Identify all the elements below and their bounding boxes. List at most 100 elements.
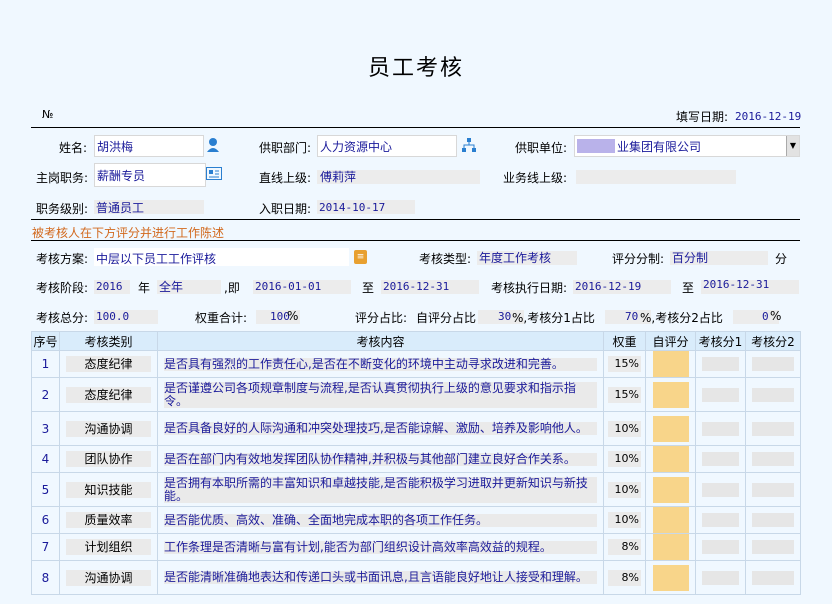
row-weight-cell: 15% <box>603 350 646 378</box>
row-content-cell: 是否谨遵公司各项规章制度与流程,是否认真贯彻执行上级的意见要求和指示指令。 <box>157 377 604 412</box>
weight-sum-label: 权重合计: <box>195 311 248 325</box>
scheme-value: 中层以下员工工作评核 <box>96 252 217 266</box>
self-ratio-value: 30 <box>498 310 512 323</box>
person-picker-icon[interactable] <box>206 137 220 153</box>
exec-from-value: 2016-12-19 <box>575 280 642 293</box>
row-category-cell: 团队协作 <box>59 445 158 473</box>
level-value: 普通员工 <box>96 201 145 215</box>
row-content: 是否拥有本职所需的丰富知识和卓越技能,是否能积极学习进取并更新知识与新技能。 <box>164 476 597 503</box>
table-row: 6 质量效率 是否能优质、高效、准确、全面地完成本职的各项工作任务。 10% <box>31 506 801 534</box>
row-weight: 10% <box>608 512 641 528</box>
r1-value: 70 <box>625 310 639 323</box>
hire-date-value: 2014-10-17 <box>319 201 386 214</box>
name-field[interactable]: 胡洪梅 <box>94 135 204 157</box>
col-header-index: 序号 <box>31 331 60 351</box>
row-index: 5 <box>31 472 60 507</box>
self-score-input[interactable] <box>652 351 689 377</box>
redacted-block <box>577 139 615 153</box>
col-header-score2: 考核分2 <box>745 331 801 351</box>
exec-label: 考核执行日期: <box>491 281 568 295</box>
stage-to-value: 2016-12-31 <box>383 280 450 293</box>
org-picker-icon[interactable] <box>462 138 476 152</box>
row-weight-cell: 10% <box>603 445 646 473</box>
row-category-cell: 态度纪律 <box>59 377 158 412</box>
self-score-input[interactable] <box>652 381 689 408</box>
row-self-score-cell <box>645 560 696 595</box>
row-category: 团队协作 <box>66 451 151 467</box>
row-category-cell: 计划组织 <box>59 533 158 561</box>
row-weight-cell: 10% <box>603 411 646 446</box>
weight-sum-pct: % <box>287 309 299 323</box>
position-label: 主岗职务: <box>36 171 89 185</box>
self-score-input[interactable] <box>652 415 689 442</box>
self-score-input[interactable] <box>652 564 689 591</box>
exec-to-word: 至 <box>682 281 695 295</box>
page-title: 员工考核 <box>367 56 464 81</box>
ratio-label: 评分占比: <box>355 311 408 325</box>
self-score-input[interactable] <box>652 446 689 472</box>
score1-field <box>702 570 739 585</box>
score-split-label: 评分分制: <box>612 252 665 266</box>
chevron-down-icon[interactable]: ▼ <box>786 136 799 156</box>
row-index: 8 <box>31 560 60 595</box>
dept-field[interactable]: 人力资源中心 <box>317 135 457 157</box>
row-weight-cell: 8% <box>603 560 646 595</box>
total-label: 考核总分: <box>36 311 89 325</box>
stage-label: 考核阶段: <box>36 281 89 295</box>
row-category: 计划组织 <box>66 539 151 555</box>
unit-label: 供职单位: <box>515 141 568 155</box>
score-split-unit: 分 <box>775 252 788 266</box>
row-category: 质量效率 <box>66 512 151 528</box>
row-self-score-cell <box>645 411 696 446</box>
table-row: 5 知识技能 是否拥有本职所需的丰富知识和卓越技能,是否能积极学习进取并更新知识… <box>31 472 801 507</box>
row-score1-cell <box>695 506 746 534</box>
divider <box>31 127 800 128</box>
row-category-cell: 沟通协调 <box>59 560 158 595</box>
superior-value: 傅莉萍 <box>320 170 357 184</box>
score2-field <box>752 540 794 554</box>
score2-field <box>752 482 794 497</box>
table-row: 2 态度纪律 是否谨遵公司各项规章制度与流程,是否认真贯彻执行上级的意见要求和指… <box>31 377 801 412</box>
row-content: 是否具备良好的人际沟通和冲突处理技巧,是否能谅解、激励、培养及影响他人。 <box>164 422 597 435</box>
scheme-picker-icon[interactable]: ≡ <box>354 250 367 264</box>
exec-to-value: 2016-12-31 <box>703 278 770 291</box>
score1-field <box>702 357 739 371</box>
score2-field <box>752 387 794 402</box>
row-weight-cell: 10% <box>603 472 646 507</box>
score2-field <box>752 513 794 527</box>
table-header-row: 序号 考核类别 考核内容 权重 自评分 考核分1 考核分2 <box>31 331 801 351</box>
row-index: 4 <box>31 445 60 473</box>
score1-field <box>702 540 739 554</box>
row-index: 1 <box>31 350 60 378</box>
position-field[interactable]: 薪酬专员 <box>94 163 206 187</box>
stage-from-value: 2016-01-01 <box>255 280 322 293</box>
row-category: 知识技能 <box>66 481 151 498</box>
unit-select[interactable]: 业集团有限公司 ▼ <box>574 135 800 157</box>
score1-field <box>702 482 739 497</box>
year-word: 年 <box>138 281 151 295</box>
row-category-cell: 知识技能 <box>59 472 158 507</box>
row-self-score-cell <box>645 377 696 412</box>
row-content-cell: 是否具备良好的人际沟通和冲突处理技巧,是否能谅解、激励、培养及影响他人。 <box>157 411 604 446</box>
level-label: 职务级别: <box>36 202 89 216</box>
col-header-self-score: 自评分 <box>645 331 696 351</box>
score-split-value: 百分制 <box>672 251 709 265</box>
table-row: 3 沟通协调 是否具备良好的人际沟通和冲突处理技巧,是否能谅解、激励、培养及影响… <box>31 411 801 446</box>
table-row: 1 态度纪律 是否具有强烈的工作责任心,是否在不断变化的环境中主动寻求改进和完善… <box>31 350 801 378</box>
self-score-input[interactable] <box>652 476 689 503</box>
self-score-input[interactable] <box>652 507 689 533</box>
row-score2-cell <box>745 377 801 412</box>
row-weight: 15% <box>608 356 641 372</box>
ji-word: ,即 <box>224 281 240 295</box>
row-score2-cell <box>745 350 801 378</box>
score2-field <box>752 452 794 466</box>
biz-superior-label: 业务线上级: <box>503 171 568 185</box>
r1-label: %,考核分1占比 <box>512 311 595 325</box>
score2-field <box>752 570 794 585</box>
score1-field <box>702 452 739 466</box>
scheme-label: 考核方案: <box>36 252 89 266</box>
name-label: 姓名: <box>59 141 88 155</box>
row-content: 是否能清晰准确地表达和传递口头或书面讯息,且言语能良好地让人接受和理解。 <box>164 571 597 584</box>
self-score-input[interactable] <box>652 534 689 560</box>
card-picker-icon[interactable] <box>206 167 222 180</box>
